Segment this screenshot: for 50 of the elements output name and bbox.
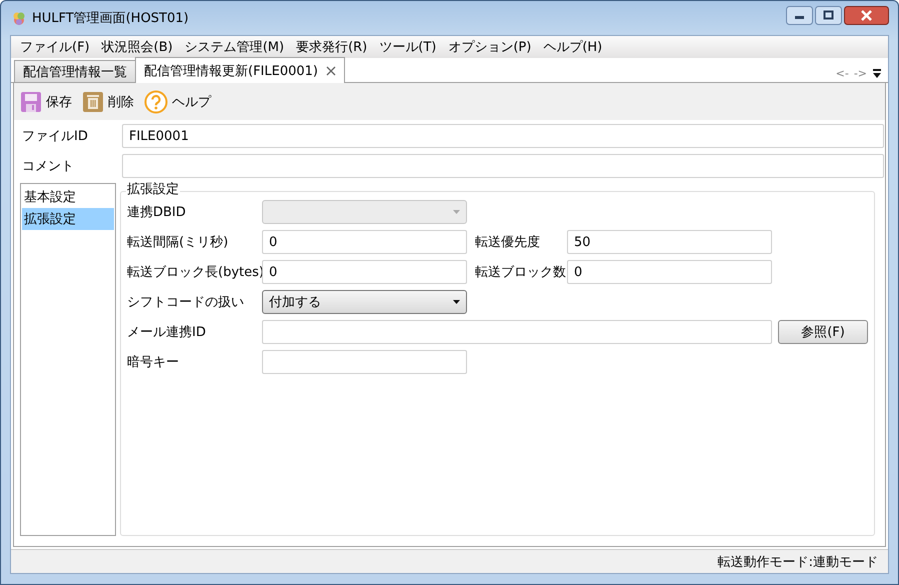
menu-item[interactable]: オプション(P) [442,38,538,56]
field-label: メール連携ID [127,324,207,341]
menu-item[interactable]: ヘルプ(H) [537,38,608,56]
field-label: 転送ブロック長(bytes) [127,264,262,281]
trash-icon [82,90,104,112]
field-label: 転送間隔(ミリ秒) [127,234,230,251]
input-field[interactable] [122,154,884,178]
tab[interactable]: 配信管理情報一覧 [14,60,136,82]
input-field[interactable]: 0 [262,230,467,254]
field-label: ファイルID [22,128,89,145]
input-field[interactable] [262,350,467,374]
field-label: 転送優先度 [475,234,541,251]
back-arrow[interactable]: <- [836,66,849,80]
input-field[interactable]: 0 [567,260,772,284]
input-field[interactable]: 50 [567,230,772,254]
status-text: 転送動作モード:連動モード [718,554,878,570]
menu-item[interactable]: ツール(T) [373,38,442,56]
caret-icon [453,210,460,214]
close-icon [844,6,889,24]
save-icon [20,90,42,112]
toolbar-button[interactable]: ヘルプ [144,90,211,114]
menu-item[interactable]: システム管理(M) [178,38,290,56]
field-label: シフトコードの扱い [127,294,245,311]
group-title: 拡張設定 [126,182,180,197]
tab[interactable]: 配信管理情報更新(FILE0001) [135,57,345,83]
field-label: コメント [22,158,75,175]
menu-item[interactable]: 要求発行(R) [290,38,374,56]
browse-button[interactable]: 参照(F) [778,320,868,344]
caret-icon [453,300,460,304]
help-icon [144,90,168,114]
minimize-icon [786,6,813,24]
field-label: 転送ブロック数 [475,264,567,281]
toolbar-button[interactable]: 削除 [82,90,134,112]
input-field[interactable]: 0 [262,260,467,284]
forward-arrow[interactable]: -> [854,66,867,80]
dropdown-icon [872,68,882,78]
field-label: 暗号キー [127,354,180,371]
dropdown[interactable]: 付加する [262,290,467,314]
toolbar-button[interactable]: 保存 [20,90,72,112]
app-icon [11,10,27,26]
list-item[interactable]: 拡張設定 [22,208,114,230]
maximize-icon [815,6,842,24]
input-field[interactable]: FILE0001 [122,124,884,148]
menu-item[interactable]: ファイル(F) [14,38,96,56]
field-label: 連携DBID [127,204,187,221]
input-field[interactable] [262,320,772,344]
menu-item[interactable]: 状況照会(B) [96,38,179,56]
list-item[interactable]: 基本設定 [22,186,114,208]
window-title: HULFT管理画面(HOST01) [32,10,189,27]
close-icon[interactable] [326,66,336,76]
